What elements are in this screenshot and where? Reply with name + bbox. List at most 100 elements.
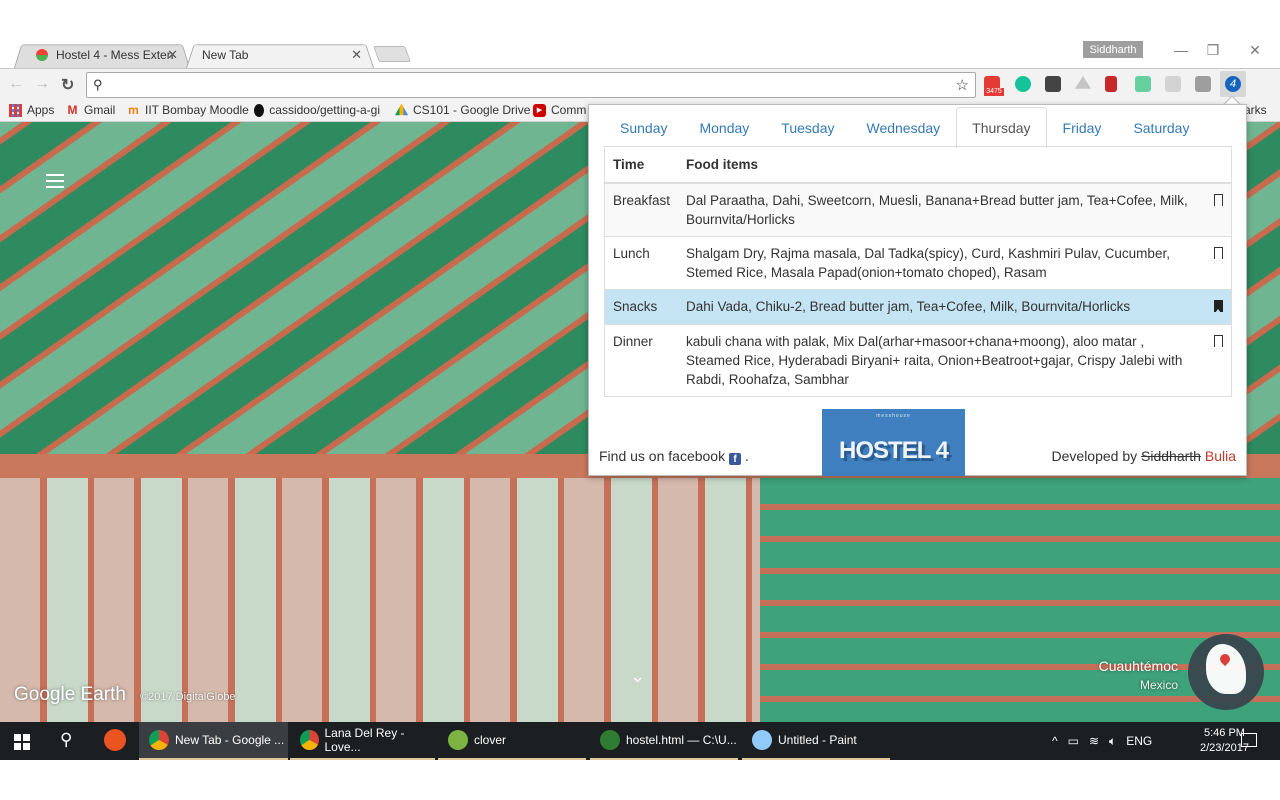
place-name: Cuauhtémoc [1098,658,1178,674]
moodle-icon: m [128,102,139,117]
wifi-icon[interactable]: ≋ [1089,734,1099,748]
chrome-icon [149,730,169,750]
hostel4-extension-button[interactable]: 4 [1220,71,1246,97]
address-input[interactable] [113,75,953,95]
globe-icon [1206,644,1246,694]
table-row-highlighted: Snacks Dahi Vada, Chiku-2, Bread butter … [604,289,1232,325]
action-center-icon[interactable] [1241,733,1257,747]
tab-wednesday[interactable]: Wednesday [850,107,956,148]
screenshot-extension-icon[interactable] [1195,76,1211,92]
bookmark-apps[interactable]: Apps [9,103,54,117]
hamburger-menu-icon[interactable] [46,174,64,188]
clover-icon [448,730,468,750]
tab-close-icon[interactable]: ✕ [167,47,178,63]
tab-monday[interactable]: Monday [683,107,765,148]
taskbar-item-clover[interactable]: clover [438,722,586,760]
github-icon [254,103,265,117]
facebook-icon[interactable]: f [728,453,741,465]
facebook-text: Find us on facebook [599,448,726,464]
table-row: Dinner kabuli chana with palak, Mix Dal(… [604,324,1232,397]
bookmark-github[interactable]: cassidoo/getting-a-gi [254,103,380,117]
bookmark-gmail[interactable]: M Gmail [66,102,116,117]
tray-expand-icon[interactable]: ^ [1052,734,1058,748]
apps-grid-icon [9,103,22,117]
reload-button[interactable]: ↻ [61,75,74,95]
blank-area [0,760,1280,800]
location-label: Cuauhtémoc Mexico [1099,658,1178,692]
chrome-icon [300,730,319,750]
tab-close-icon[interactable]: ✕ [351,47,362,63]
table-header-row: Time Food items [604,146,1232,184]
bookmark-google-drive[interactable]: CS101 - Google Drive [395,103,530,117]
profile-button[interactable]: Siddharth [1083,41,1143,58]
bookmark-toggle[interactable] [1205,182,1232,237]
bookmark-filled-icon [1213,300,1223,313]
taskbar-item-new-tab[interactable]: New Tab - Google ... [139,722,288,760]
omnibox[interactable]: ⚲ ☆ [86,72,976,98]
developer-first-name: Siddharth [1141,448,1201,464]
screen: Hostel 4 - Mess Extension ✕ New Tab ✕ Si… [0,0,1280,800]
restore-button[interactable]: ❐ [1198,42,1228,59]
google-drive-extension-icon[interactable] [1075,76,1091,89]
minimize-button[interactable]: — [1166,42,1196,58]
system-tray: ^ ▭ ≋ 🔈︎ ENG [1052,722,1152,760]
google-earth-logo: Google Earth [14,684,126,705]
bookmark-outline-icon [1213,194,1223,207]
taskbar-item-lana[interactable]: Lana Del Rey - Love... [290,722,435,760]
bookmark-star-icon[interactable]: ☆ [956,76,969,94]
tab-new-tab[interactable]: New Tab ✕ [186,42,374,68]
taskbar-item-atom[interactable]: hostel.html — C:\U... [590,722,738,760]
taskbar-label: hostel.html — C:\U... [626,733,737,747]
tab-hostel4[interactable]: Hostel 4 - Mess Extension ✕ [14,42,190,68]
taskbar-item-paint[interactable]: Untitled - Paint [742,722,890,760]
bookmark-toggle[interactable] [1205,324,1232,397]
atom-icon [600,730,620,750]
new-tab-button[interactable] [373,46,411,62]
bookmark-youtube[interactable]: ▶ Comm [533,103,586,117]
developer-credit: Developed by Siddharth Bulia [1052,448,1236,464]
language-indicator[interactable]: ENG [1126,734,1152,748]
dictionary-extension-icon[interactable] [1105,76,1117,92]
back-button[interactable]: ← [8,75,24,93]
other-bookmarks[interactable]: arks [1244,103,1267,117]
ubuntu-icon[interactable] [104,729,126,751]
grammarly-extension-icon[interactable] [1015,76,1031,92]
bookmark-label: Apps [27,103,55,117]
copyright-text: ©2017 DigitalGlobe [140,691,236,703]
bookmark-outline-icon [1213,247,1223,260]
bookmark-label: cassidoo/getting-a-gi [269,103,380,117]
audio-extension-icon[interactable] [1135,76,1151,92]
bookmark-toggle[interactable] [1205,236,1232,290]
windows-start-icon[interactable] [14,734,30,750]
meal-items: Dahi Vada, Chiku-2, Bread butter jam, Te… [678,289,1206,325]
browser-titlebar: Hostel 4 - Mess Extension ✕ New Tab ✕ Si… [0,0,1280,68]
globe-button[interactable] [1188,634,1264,710]
pdf-extension-icon[interactable] [1165,76,1181,92]
close-window-button[interactable]: ✕ [1240,42,1270,59]
taskbar-label: Lana Del Rey - Love... [324,726,405,754]
taskbar-label: Untitled - Paint [778,733,857,747]
bookmark-toggle[interactable] [1205,289,1232,325]
forward-button[interactable]: → [34,75,50,93]
tab-sunday[interactable]: Sunday [604,107,683,148]
chevron-down-icon[interactable]: ⌄ [630,666,645,687]
menu-table: Time Food items Breakfast Dal Paraatha, … [604,146,1232,397]
meal-time: Breakfast [604,182,679,237]
evernote-extension-icon[interactable] [1045,76,1061,92]
meal-time: Lunch [604,236,679,290]
developer-last-name[interactable]: Bulia [1205,448,1236,464]
tab-tuesday[interactable]: Tuesday [765,107,850,148]
tab-thursday[interactable]: Thursday [956,107,1047,148]
volume-icon[interactable]: 🔈︎ [1109,734,1116,749]
tab-favicon-icon [36,49,48,61]
tab-friday[interactable]: Friday [1047,107,1118,148]
battery-icon[interactable]: ▭ [1068,734,1079,748]
bookmark-moodle[interactable]: m IIT Bombay Moodle [127,103,249,117]
tab-title: Hostel 4 - Mess Extension [56,48,174,62]
gmail-icon: M [67,102,78,117]
bookmark-label: Gmail [84,103,116,117]
google-drive-icon [395,103,408,116]
tab-saturday[interactable]: Saturday [1117,107,1205,148]
mail-count-badge: 3475 [984,88,1004,96]
search-icon[interactable]: ⚲ [60,730,72,750]
